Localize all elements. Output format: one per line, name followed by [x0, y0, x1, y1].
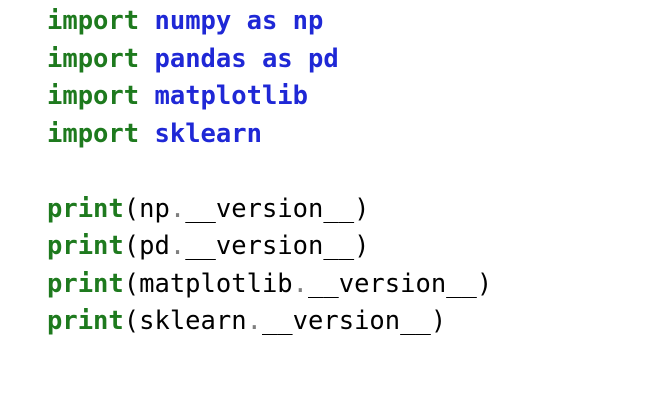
close-paren: ) [430, 306, 447, 336]
version-attribute: __version__ [185, 193, 355, 224]
print-function: print [47, 268, 124, 299]
code-block: import numpy as np import pandas as pd imp… [47, 3, 492, 341]
import-keyword: import [47, 43, 140, 74]
attribute-dot: . [169, 193, 186, 224]
close-paren: ) [354, 231, 370, 261]
import-keyword: import [47, 6, 140, 36]
close-paren: ) [354, 193, 370, 224]
code-line-print-pd: print(pd.__version__) [47, 228, 492, 266]
import-keyword: import [47, 118, 140, 149]
module-name: numpy as np [154, 6, 324, 36]
version-attribute: __version__ [308, 268, 477, 299]
code-line-import-numpy: import numpy as np [47, 3, 492, 41]
code-line-import-matplotlib: import matplotlib [47, 78, 492, 116]
module-name: pandas as pd [154, 43, 339, 74]
print-function: print [47, 231, 124, 261]
print-target: pd [139, 231, 170, 261]
open-paren: ( [123, 306, 140, 336]
module-name: sklearn [154, 118, 262, 149]
code-line-print-matplotlib: print(matplotlib.__version__) [47, 266, 492, 304]
close-paren: ) [476, 268, 493, 299]
module-name: matplotlib [154, 81, 309, 111]
print-function: print [47, 306, 124, 336]
attribute-dot: . [246, 306, 262, 336]
open-paren: ( [123, 231, 140, 261]
open-paren: ( [123, 193, 140, 224]
code-line-import-pandas: import pandas as pd [47, 41, 492, 79]
version-attribute: __version__ [261, 306, 431, 336]
code-line-print-sklearn: print(sklearn.__version__) [47, 303, 492, 341]
print-target: matplotlib [139, 268, 293, 299]
print-target: sklearn [139, 306, 247, 336]
open-paren: ( [123, 268, 140, 299]
attribute-dot: . [292, 268, 309, 299]
import-keyword: import [47, 81, 140, 111]
code-line-import-sklearn: import sklearn [47, 116, 492, 154]
attribute-dot: . [169, 231, 186, 261]
print-function: print [47, 193, 124, 224]
print-target: np [139, 193, 170, 224]
code-line-print-np: print(np.__version__) [47, 191, 492, 229]
version-attribute: __version__ [185, 231, 355, 261]
